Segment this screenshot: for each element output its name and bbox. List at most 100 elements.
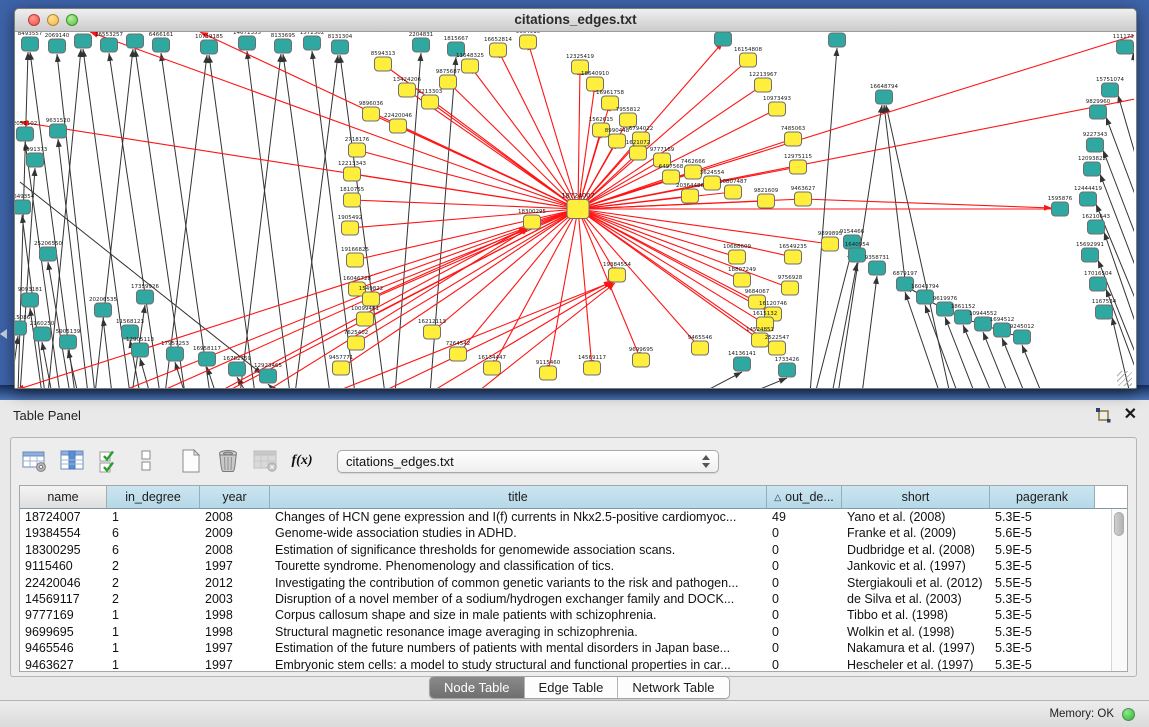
select-all-icon[interactable] [95,447,123,475]
graph-node[interactable] [332,40,349,54]
graph-node[interactable] [17,127,34,141]
graph-node[interactable] [490,43,507,57]
show-column-icon[interactable] [58,447,86,475]
graph-node[interactable] [795,192,812,206]
table-row[interactable]: 1938455462009Genome-wide association stu… [20,525,1127,541]
graph-node[interactable] [1096,305,1113,319]
column-header-year[interactable]: year [200,486,270,509]
graph-node[interactable] [682,189,699,203]
column-header-in_degree[interactable]: in_degree [107,486,200,509]
graph-node[interactable] [34,327,51,341]
table-row[interactable]: 969969511998Structural magnetic resonanc… [20,624,1127,640]
function-builder-icon[interactable]: f(x) [288,447,316,475]
graph-node[interactable] [849,248,866,262]
graph-node[interactable] [422,95,439,109]
graph-node[interactable] [620,113,637,127]
column-header-out_de[interactable]: △out_de... [767,486,842,509]
graph-node[interactable] [994,323,1011,337]
graph-node[interactable] [822,237,839,251]
table-row[interactable]: 911546021997Tourette syndrome. Phenomeno… [20,558,1127,574]
graph-node[interactable] [167,347,184,361]
tab-network-table[interactable]: Network Table [618,677,728,698]
graph-node[interactable] [785,250,802,264]
graph-node[interactable] [333,361,350,375]
column-header-pagerank[interactable]: pagerank [990,486,1095,509]
table-row[interactable]: 946554611997Estimation of the future num… [20,640,1127,656]
graph-node[interactable] [27,153,44,167]
graph-node[interactable] [609,134,626,148]
graph-node[interactable] [1082,248,1099,262]
graph-node[interactable] [50,124,67,138]
graph-node[interactable] [1087,138,1104,152]
graph-node[interactable] [633,353,650,367]
graph-node[interactable] [15,200,31,214]
graph-node[interactable] [1014,330,1031,344]
graph-node[interactable] [663,170,680,184]
graph-node[interactable] [462,59,479,73]
tab-edge-table[interactable]: Edge Table [525,677,619,698]
graph-node[interactable] [153,38,170,52]
graph-node[interactable] [1090,277,1107,291]
graph-node[interactable] [347,253,364,267]
trash-icon[interactable] [214,447,242,475]
graph-node[interactable] [630,146,647,160]
close-panel-icon[interactable]: ✕ [1124,406,1137,424]
graph-node[interactable] [201,40,218,54]
graph-node[interactable] [22,37,39,51]
graph-node[interactable] [15,321,27,335]
graph-node[interactable] [1102,83,1119,97]
graph-node[interactable] [450,347,467,361]
graph-node[interactable] [375,57,392,71]
graph-node[interactable] [390,119,407,133]
table-row[interactable]: 1456911722003Disruption of a novel membe… [20,591,1127,607]
graph-node[interactable] [49,39,66,53]
graph-node[interactable] [344,193,361,207]
graph-node[interactable] [740,53,757,67]
graph-node[interactable] [520,35,537,49]
graph-node[interactable] [729,250,746,264]
graph-node[interactable] [363,292,380,306]
graph-node[interactable] [524,215,541,229]
column-header-name[interactable]: name [20,486,107,509]
graph-node[interactable] [101,38,118,52]
graph-node[interactable] [349,143,366,157]
graph-node[interactable] [782,281,799,295]
citation-network-graph[interactable]: 8493557206914020691406165532571527860264… [15,32,1134,388]
graph-node[interactable] [1080,192,1097,206]
graph-node[interactable] [363,107,380,121]
graph-node[interactable] [540,366,557,380]
graph-node[interactable] [1117,40,1134,54]
collapse-panel-arrow-icon[interactable] [0,329,7,339]
table-row[interactable]: 1830029562008Estimation of significance … [20,542,1127,558]
graph-node[interactable] [1052,202,1069,216]
table-row[interactable]: 1872400712008Changes of HCN gene express… [20,509,1127,525]
graph-node[interactable] [609,268,626,282]
table-row[interactable]: 946362711997Embryonic stem cells: a mode… [20,657,1127,672]
graph-node[interactable] [587,77,604,91]
table-settings-icon[interactable] [21,447,49,475]
graph-node[interactable] [769,102,786,116]
network-window-titlebar[interactable]: citations_edges.txt [15,9,1136,32]
graph-node[interactable] [692,341,709,355]
network-canvas[interactable]: 8493557206914020691406165532571527860264… [15,32,1134,388]
graph-node[interactable] [715,32,732,46]
graph-node[interactable] [829,33,846,47]
table-row[interactable]: 977716911998Corpus callosum shape and si… [20,607,1127,623]
memory-status-indicator[interactable] [1122,708,1135,721]
graph-node[interactable] [704,176,721,190]
graph-node[interactable] [399,83,416,97]
graph-node[interactable] [137,290,154,304]
graph-node[interactable] [484,361,501,375]
graph-node[interactable] [755,78,772,92]
graph-node[interactable] [869,261,886,275]
graph-node[interactable] [584,361,601,375]
graph-node[interactable] [413,38,430,52]
graph-node[interactable] [876,90,893,104]
graph-node[interactable] [304,36,321,50]
graph-node[interactable] [1090,105,1107,119]
graph-node[interactable] [790,160,807,174]
table-row[interactable]: 2242004622012Investigating the contribut… [20,575,1127,591]
graph-node[interactable] [344,167,361,181]
graph-node[interactable] [239,36,256,50]
graph-node[interactable] [917,290,934,304]
